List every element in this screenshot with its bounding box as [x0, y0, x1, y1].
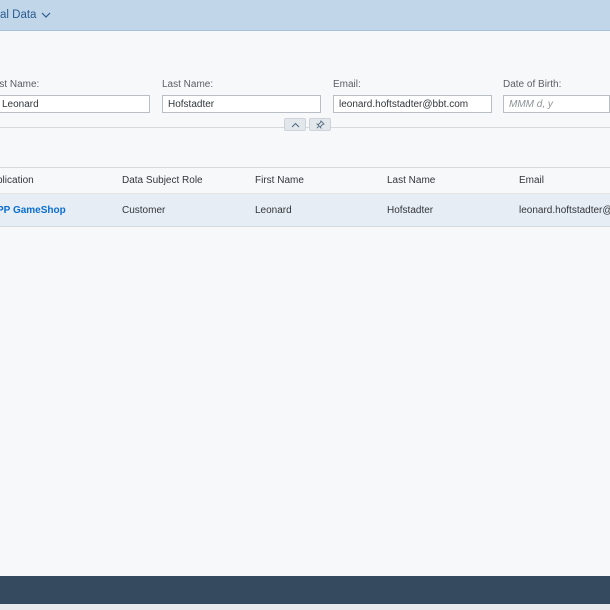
- last-name-input[interactable]: Hofstadter: [162, 95, 321, 113]
- column-header-email[interactable]: Email: [519, 168, 610, 193]
- pin-filter-button[interactable]: [309, 118, 331, 131]
- filter-toggle-group: [284, 118, 331, 131]
- collapse-filter-button[interactable]: [284, 118, 306, 131]
- column-header-application[interactable]: plication: [0, 168, 117, 193]
- column-header-first-name[interactable]: First Name: [255, 168, 380, 193]
- dob-input[interactable]: MMM d, y: [503, 95, 610, 113]
- cell-first-name: Leonard: [255, 204, 292, 216]
- filter-bar: rst Name: Leonard Last Name: Hofstadter …: [0, 31, 610, 131]
- last-name-label: Last Name:: [162, 79, 214, 90]
- table-empty-area: [0, 227, 610, 576]
- shell-header: al Data: [0, 0, 610, 31]
- chevron-up-icon: [291, 122, 299, 127]
- cell-email: leonard.hoftstadter@b: [519, 204, 610, 216]
- table-header: plication Data Subject Role First Name L…: [0, 167, 610, 194]
- cell-role: Customer: [122, 204, 166, 216]
- cell-application-link[interactable]: PP GameShop: [0, 194, 117, 226]
- app-title-menu[interactable]: al Data: [0, 9, 51, 21]
- column-header-last-name[interactable]: Last Name: [387, 168, 512, 193]
- app-title[interactable]: al Data: [0, 9, 36, 21]
- dob-filter: Date of Birth: MMM d, y: [503, 79, 610, 113]
- email-label: Email:: [333, 79, 361, 90]
- pin-icon: [315, 120, 325, 129]
- table-row[interactable]: PP GameShop Customer Leonard Hofstadter …: [0, 194, 610, 227]
- last-name-filter: Last Name: Hofstadter: [162, 79, 321, 113]
- email-filter: Email: leonard.hoftstadter@bbt.com: [333, 79, 492, 113]
- dob-label: Date of Birth:: [503, 79, 562, 90]
- first-name-filter: rst Name: Leonard: [0, 79, 150, 113]
- chevron-down-icon[interactable]: [41, 12, 51, 19]
- column-header-role[interactable]: Data Subject Role: [122, 168, 247, 193]
- footer-toolbar: [0, 576, 610, 604]
- email-input[interactable]: leonard.hoftstadter@bbt.com: [333, 95, 492, 113]
- results-table: plication Data Subject Role First Name L…: [0, 167, 610, 227]
- cell-last-name: Hofstadter: [387, 204, 434, 216]
- first-name-input[interactable]: Leonard: [0, 95, 150, 113]
- window-bottom-edge: [0, 604, 610, 610]
- first-name-label: rst Name:: [0, 79, 40, 90]
